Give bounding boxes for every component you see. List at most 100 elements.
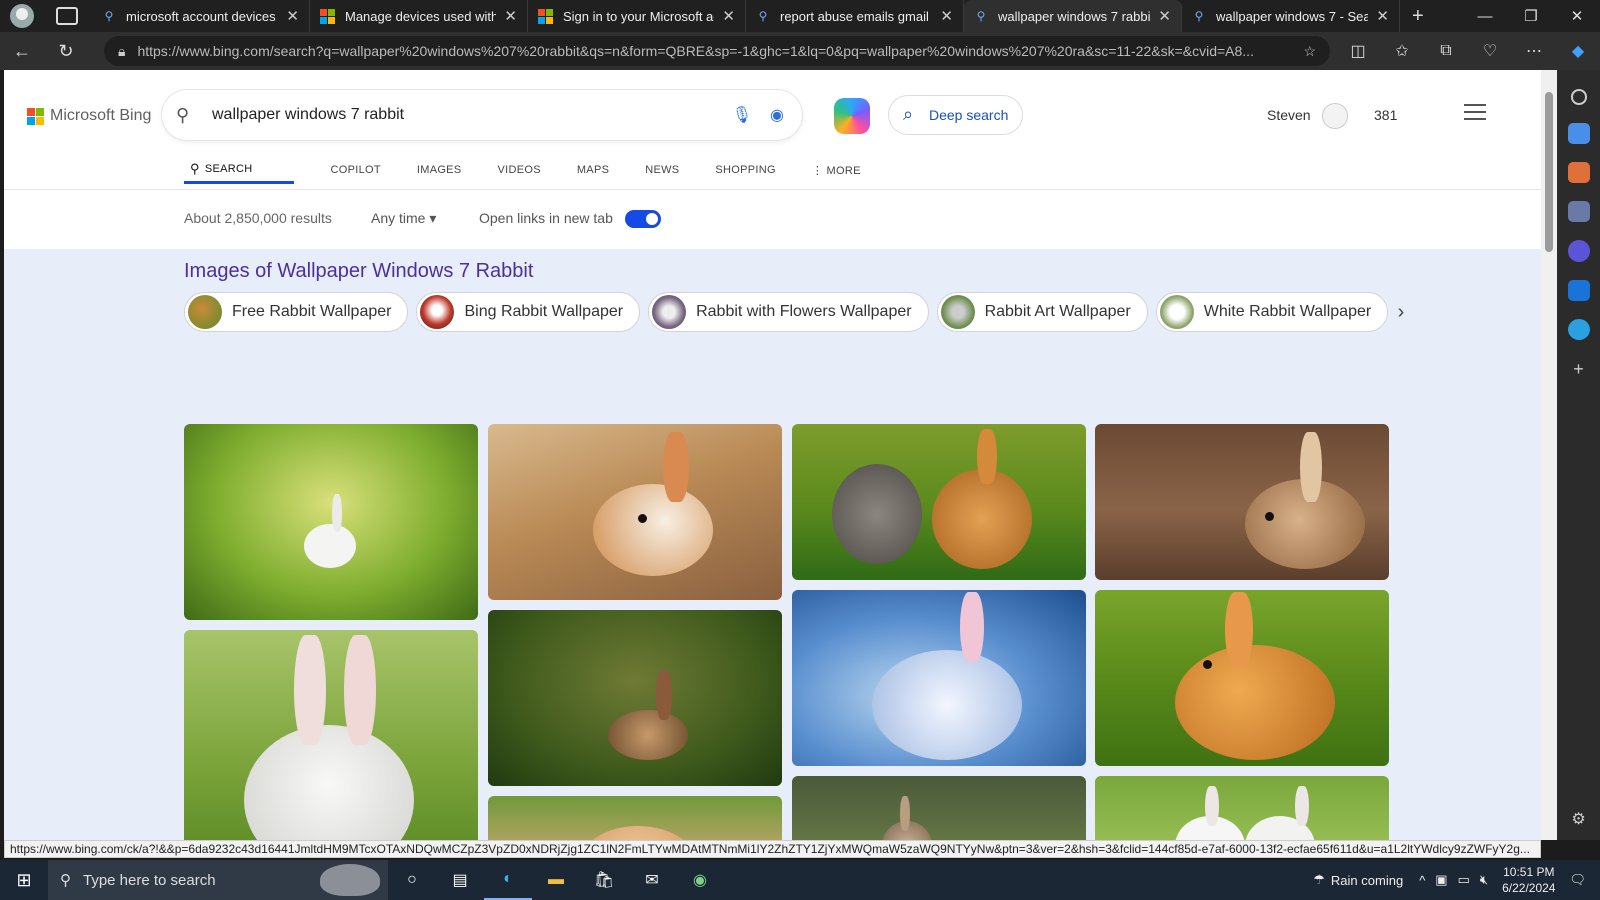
image-result[interactable] bbox=[792, 590, 1086, 766]
related-chip[interactable]: Rabbit Art Wallpaper bbox=[936, 292, 1148, 332]
search-input[interactable]: wallpaper windows 7 rabbit bbox=[212, 106, 732, 124]
refresh-icon[interactable]: ↻ bbox=[44, 41, 88, 62]
browser-tab[interactable]: ⚲ report abuse emails gmail - ✕ bbox=[746, 0, 964, 32]
tab-news[interactable]: NEWS bbox=[645, 156, 679, 184]
image-result[interactable] bbox=[1095, 590, 1389, 766]
sidebar-settings-icon[interactable]: ⚙ bbox=[1568, 809, 1590, 831]
webcam-icon[interactable]: ▣ bbox=[1435, 872, 1447, 888]
image-result[interactable] bbox=[792, 424, 1086, 580]
split-screen-icon[interactable]: ◫ bbox=[1336, 41, 1380, 61]
volume-muted-icon[interactable]: 🔇︎ bbox=[1480, 872, 1488, 888]
hamburger-menu-icon[interactable] bbox=[1464, 104, 1486, 120]
favorite-star-icon[interactable]: ☆ bbox=[1303, 43, 1316, 60]
edge-taskbar-icon[interactable]: ◐ bbox=[484, 860, 532, 900]
tab-more[interactable]: ⋮ MORE bbox=[812, 156, 861, 184]
close-tab-icon[interactable]: ✕ bbox=[1376, 7, 1389, 25]
visual-search-icon[interactable]: ◉ bbox=[770, 105, 784, 125]
image-result[interactable] bbox=[488, 610, 782, 786]
mail-icon[interactable]: ✉ bbox=[628, 860, 676, 900]
rabbit-image bbox=[638, 514, 647, 523]
chevron-right-icon[interactable]: › bbox=[1389, 301, 1413, 325]
network-icon[interactable]: ▭ bbox=[1458, 872, 1470, 888]
open-links-toggle[interactable] bbox=[625, 210, 661, 228]
tab-shopping[interactable]: SHOPPING bbox=[715, 156, 775, 184]
more-menu-icon[interactable]: ⋯ bbox=[1512, 41, 1556, 61]
microsoft-365-icon[interactable] bbox=[1567, 240, 1590, 262]
windows-start-icon[interactable]: ⊞ bbox=[0, 870, 48, 891]
favorites-icon[interactable]: ✩ bbox=[1380, 41, 1424, 61]
result-count: About 2,850,000 results bbox=[184, 210, 332, 226]
image-result[interactable] bbox=[184, 424, 478, 620]
copilot-sidebar-icon[interactable]: ◆ bbox=[1556, 41, 1600, 61]
lock-icon[interactable]: 🔒︎ bbox=[118, 43, 125, 60]
related-chip[interactable]: Rabbit with Flowers Wallpaper bbox=[648, 292, 929, 332]
microsoft-store-icon[interactable]: 🛍︎ bbox=[580, 860, 628, 900]
weather-text[interactable]: Rain coming bbox=[1331, 873, 1403, 888]
close-window-icon[interactable]: ✕ bbox=[1554, 7, 1600, 25]
shopping-tag-icon[interactable] bbox=[1567, 122, 1590, 144]
browser-tab-active[interactable]: ⚲ wallpaper windows 7 rabbit ✕ bbox=[964, 0, 1182, 32]
task-view-icon[interactable]: ▤ bbox=[436, 860, 484, 900]
profile-avatar[interactable] bbox=[10, 4, 34, 28]
chrome-icon[interactable]: ◉ bbox=[676, 860, 724, 900]
close-tab-icon[interactable]: ✕ bbox=[1158, 7, 1171, 25]
search-box[interactable]: ⚲ wallpaper windows 7 rabbit 🎙︎ ◉ bbox=[162, 90, 802, 140]
taskbar-search[interactable]: ⚲ Type here to search bbox=[48, 860, 388, 900]
tab-search[interactable]: ⚲ SEARCH bbox=[184, 156, 295, 184]
microphone-icon[interactable]: 🎙︎ bbox=[732, 105, 752, 125]
cortana-icon[interactable]: ○ bbox=[388, 860, 436, 900]
rewards-points[interactable]: 381 bbox=[1374, 107, 1397, 123]
collections-icon[interactable]: ⧉ bbox=[1424, 42, 1468, 60]
clock[interactable]: 10:51 PM 6/22/2024 bbox=[1502, 864, 1555, 896]
scrollbar-thumb[interactable] bbox=[1545, 92, 1553, 252]
page-scrollbar[interactable] bbox=[1541, 70, 1557, 840]
back-icon[interactable]: ← bbox=[0, 41, 44, 62]
images-section-title[interactable]: Images of Wallpaper Windows 7 Rabbit bbox=[184, 260, 533, 283]
chevron-up-icon[interactable]: ^ bbox=[1419, 873, 1425, 888]
bing-logo[interactable]: Microsoft Bing bbox=[27, 107, 151, 125]
image-result[interactable] bbox=[488, 796, 782, 840]
rabbit-image bbox=[1203, 660, 1212, 669]
window-controls: — ❐ ✕ bbox=[1462, 0, 1600, 32]
related-chip[interactable]: Free Rabbit Wallpaper bbox=[184, 292, 409, 332]
tab-copilot[interactable]: COPILOT bbox=[330, 156, 380, 184]
notifications-icon[interactable]: 🗨︎ bbox=[1569, 872, 1586, 888]
file-explorer-icon[interactable]: ▬ bbox=[532, 860, 580, 900]
tab-images[interactable]: IMAGES bbox=[417, 156, 462, 184]
close-tab-icon[interactable]: ✕ bbox=[504, 7, 517, 25]
related-chip[interactable]: Bing Rabbit Wallpaper bbox=[416, 292, 641, 332]
browser-essentials-icon[interactable]: ♡ bbox=[1468, 41, 1512, 61]
image-result[interactable] bbox=[184, 630, 478, 840]
new-tab-button[interactable]: + bbox=[1412, 5, 1424, 28]
restore-icon[interactable]: ❐ bbox=[1508, 7, 1554, 25]
outlook-icon[interactable] bbox=[1567, 279, 1590, 301]
games-icon[interactable] bbox=[1567, 201, 1590, 223]
related-chip[interactable]: White Rabbit Wallpaper bbox=[1155, 292, 1389, 332]
add-sidebar-app-icon[interactable]: + bbox=[1568, 358, 1590, 380]
browser-tab[interactable]: Manage devices used with y ✕ bbox=[310, 0, 528, 32]
copilot-icon[interactable] bbox=[834, 98, 870, 134]
image-result[interactable] bbox=[792, 776, 1086, 840]
browser-tab[interactable]: ⚲ microsoft account devices - ✕ bbox=[92, 0, 310, 32]
tab-maps[interactable]: MAPS bbox=[577, 156, 609, 184]
close-tab-icon[interactable]: ✕ bbox=[940, 7, 953, 25]
image-result[interactable] bbox=[1095, 776, 1389, 840]
browser-tab[interactable]: Sign in to your Microsoft ac ✕ bbox=[528, 0, 746, 32]
browser-tab[interactable]: ⚲ wallpaper windows 7 - Searc ✕ bbox=[1182, 0, 1400, 32]
avatar[interactable] bbox=[1322, 103, 1348, 129]
minimize-icon[interactable]: — bbox=[1462, 8, 1508, 25]
image-result[interactable] bbox=[488, 424, 782, 600]
weather-icon[interactable]: ☂ bbox=[1313, 872, 1325, 888]
time-filter-dropdown[interactable]: Any time ▾ bbox=[371, 210, 436, 227]
close-tab-icon[interactable]: ✕ bbox=[722, 7, 735, 25]
telegram-icon[interactable] bbox=[1567, 318, 1590, 340]
tab-actions-icon[interactable] bbox=[56, 7, 78, 25]
search-icon[interactable] bbox=[1570, 89, 1587, 105]
tab-videos[interactable]: VIDEOS bbox=[497, 156, 540, 184]
tools-icon[interactable] bbox=[1567, 161, 1590, 184]
user-name[interactable]: Steven bbox=[1267, 107, 1311, 123]
deep-search-button[interactable]: Deep search bbox=[888, 95, 1024, 135]
address-bar[interactable]: 🔒︎ https://www.bing.com/search?q=wallpap… bbox=[104, 36, 1330, 66]
close-tab-icon[interactable]: ✕ bbox=[286, 7, 299, 25]
image-result[interactable] bbox=[1095, 424, 1389, 580]
